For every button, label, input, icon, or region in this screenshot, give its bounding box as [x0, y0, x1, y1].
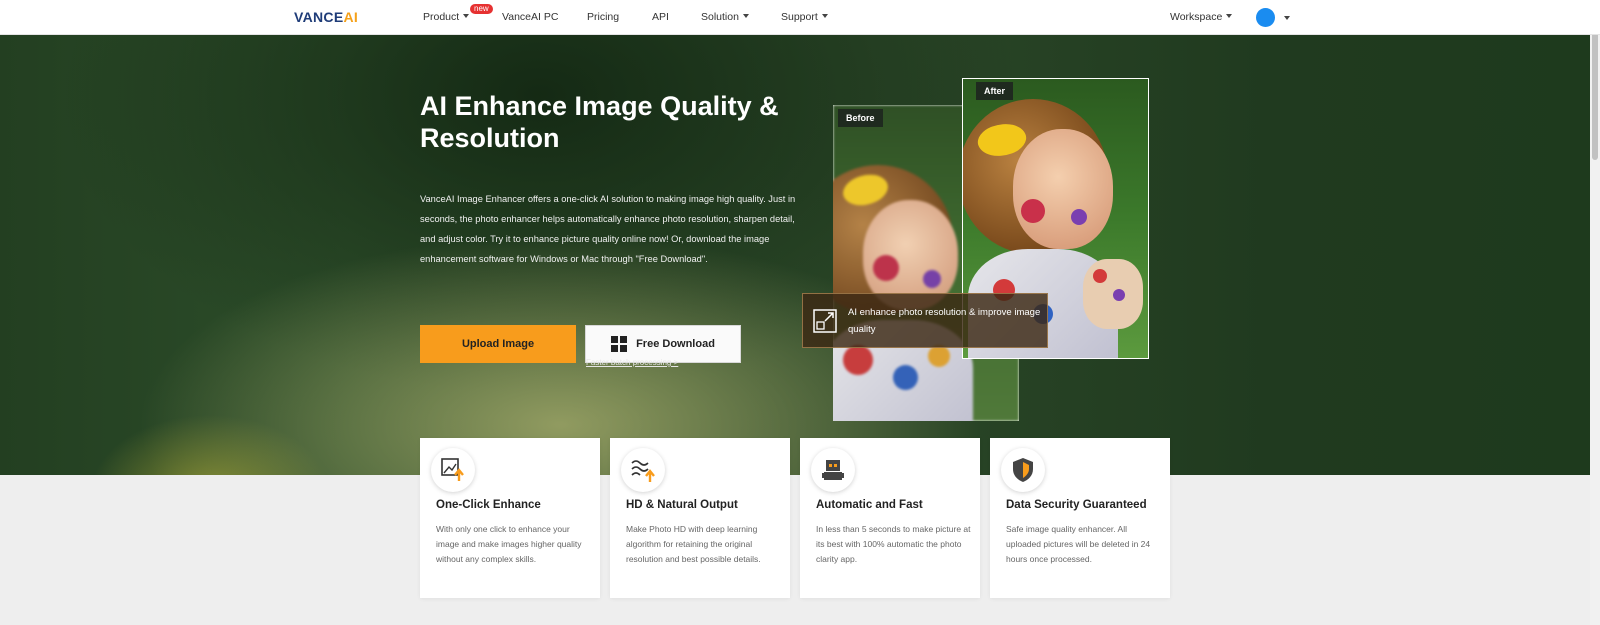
shield-icon — [1001, 448, 1045, 492]
faster-batch-link[interactable]: Faster batch processing > — [586, 358, 678, 367]
windows-icon — [611, 336, 628, 352]
feature-card-automatic: Automatic and Fast In less than 5 second… — [800, 438, 980, 598]
nav-api[interactable]: API — [652, 11, 669, 23]
nav-product-label: Product — [423, 11, 460, 23]
hero-section: AI Enhance Image Quality & Resolution Va… — [0, 35, 1590, 475]
logo-part-2: AI — [343, 9, 359, 25]
page-title: AI Enhance Image Quality & Resolution — [420, 91, 779, 153]
before-label: Before — [838, 109, 883, 127]
upload-image-button[interactable]: Upload Image — [420, 325, 576, 363]
feature-title: One-Click Enhance — [436, 499, 541, 511]
enhance-caption: AI enhance photo resolution & improve im… — [802, 293, 1048, 348]
vanceai-logo[interactable]: VANCEAI — [294, 9, 358, 25]
logo-part-1: VANCE — [294, 9, 344, 25]
hero-description: VanceAI Image Enhancer offers a one-clic… — [420, 194, 796, 264]
expand-icon — [813, 309, 837, 333]
feature-title: Automatic and Fast — [816, 499, 923, 511]
nav-pricing[interactable]: Pricing — [587, 11, 619, 23]
enhance-icon — [431, 448, 475, 492]
nav-support-label: Support — [781, 11, 818, 23]
feature-title: HD & Natural Output — [626, 499, 738, 511]
nav-solution-label: Solution — [701, 11, 739, 23]
nav-vanceai-pc-label: VanceAI PC — [502, 11, 559, 23]
top-nav: VANCEAI Product new VanceAI PC Pricing A… — [0, 0, 1600, 35]
upload-image-label: Upload Image — [461, 338, 535, 350]
feature-card-one-click: One-Click Enhance With only one click to… — [420, 438, 600, 598]
nav-solution[interactable]: Solution — [701, 11, 749, 23]
robot-icon — [811, 448, 855, 492]
nav-support[interactable]: Support — [781, 11, 828, 23]
feature-text: Safe image quality enhancer. All uploade… — [1006, 524, 1151, 564]
free-download-label: Free Download — [636, 338, 715, 350]
chevron-down-icon — [1226, 14, 1233, 18]
nav-workspace[interactable]: Workspace — [1170, 11, 1233, 23]
nav-vanceai-pc[interactable]: VanceAI PC — [502, 11, 558, 23]
after-label: After — [976, 82, 1014, 100]
hd-output-icon — [621, 448, 665, 492]
chevron-down-icon — [742, 14, 749, 18]
nav-pricing-label: Pricing — [587, 11, 620, 23]
feature-card-security: Data Security Guaranteed Safe image qual… — [990, 438, 1170, 598]
nav-product[interactable]: Product — [423, 11, 470, 23]
feature-title: Data Security Guaranteed — [1006, 499, 1147, 511]
avatar[interactable] — [1256, 8, 1275, 27]
nav-workspace-label: Workspace — [1170, 11, 1223, 23]
caption-text: AI enhance photo resolution & improve im… — [848, 307, 1041, 335]
feature-card-hd: HD & Natural Output Make Photo HD with d… — [610, 438, 790, 598]
feature-text: In less than 5 seconds to make picture a… — [816, 524, 971, 564]
avatar-chevron-down-icon[interactable] — [1284, 16, 1290, 20]
new-badge: new — [470, 4, 493, 14]
chevron-down-icon — [821, 14, 828, 18]
feature-text: Make Photo HD with deep learning algorit… — [626, 524, 761, 564]
chevron-down-icon — [463, 14, 470, 18]
feature-text: With only one click to enhance your imag… — [436, 524, 582, 564]
nav-api-label: API — [652, 11, 669, 23]
